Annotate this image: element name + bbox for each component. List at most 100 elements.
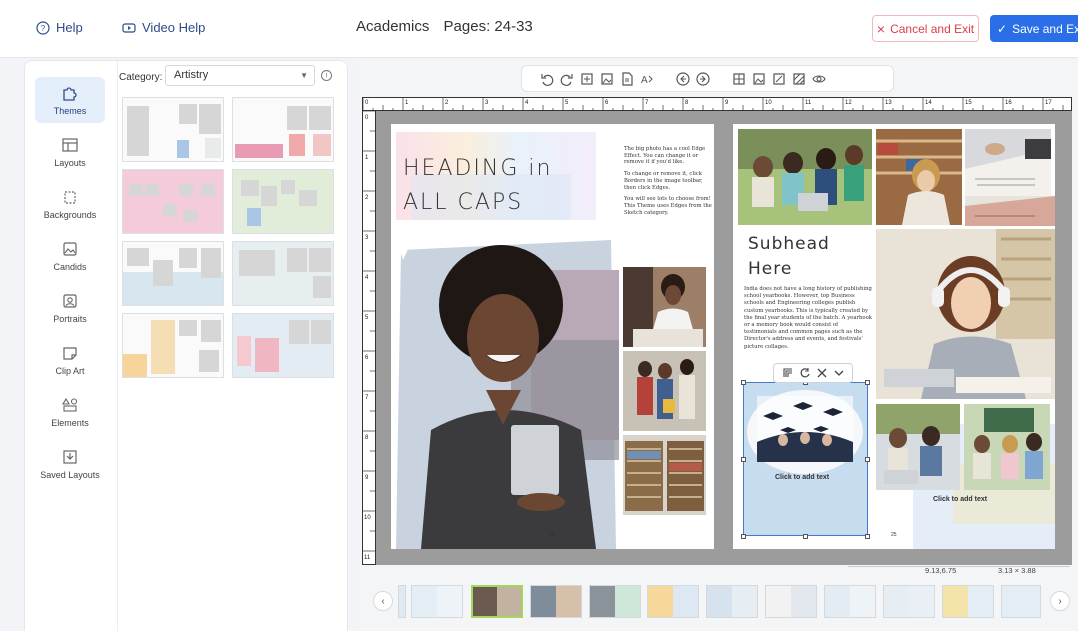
theme-thumbnail[interactable] [122,241,224,306]
photo-image [965,129,1051,196]
theme-thumbnail[interactable] [122,97,224,162]
feature-photo[interactable] [391,220,619,549]
image-edit-icon[interactable] [600,72,614,86]
page-thumbnail[interactable] [589,585,641,618]
photo-student-writing[interactable] [623,267,706,347]
document-pages: Pages: 24-33 [443,18,533,35]
svg-text:A: A [641,75,648,86]
photo-image [964,404,1050,490]
page-thumbnail[interactable] [471,585,523,618]
redo-icon[interactable] [560,72,574,86]
delete-icon[interactable] [816,367,828,379]
theme-thumbnail[interactable] [232,313,334,378]
assets-panel: Themes Layouts Backgrounds Candids Portr… [24,60,348,631]
theme-thumbnail[interactable] [122,169,224,234]
theme-thumbnail[interactable] [232,241,334,306]
strip-next-button[interactable]: › [1050,591,1070,611]
page-thumbnail[interactable] [824,585,876,618]
help-link[interactable]: ? Help [36,20,83,35]
replace-image-icon[interactable] [580,72,594,86]
photo-image [876,129,962,225]
rail-item-layouts[interactable]: Layouts [35,129,105,175]
grid-icon[interactable] [732,72,746,86]
photo-image [965,196,1055,226]
photo-textbook[interactable] [965,129,1051,196]
photo-textbook-lower[interactable] [965,196,1055,226]
cancel-and-exit-button[interactable]: × Cancel and Exit [872,15,979,42]
photo-swap-icon[interactable] [772,72,786,86]
resize-handle[interactable] [865,380,870,385]
previous-icon[interactable] [676,71,690,86]
theme-thumbnail[interactable] [232,169,334,234]
resize-handle[interactable] [865,534,870,539]
rail-item-clip-art[interactable]: Clip Art [35,337,105,383]
photo-student-library[interactable] [876,129,962,225]
info-icon[interactable]: i [321,70,332,81]
rail-item-portraits[interactable]: Portraits [35,285,105,331]
rail-item-elements[interactable]: Elements [35,389,105,435]
photo-frame-icon[interactable] [752,72,766,86]
horizontal-ruler: 0 1 2 3 4 5 6 7 8 9 10 11 12 13 14 15 16 17 [362,97,1072,112]
page-thumbnail[interactable] [706,585,758,618]
page-thumbnail[interactable] [1001,585,1041,618]
document-icon[interactable] [620,71,634,86]
portrait-icon [63,294,77,308]
theme-thumbnail[interactable] [122,313,224,378]
page-thumbnail[interactable] [411,585,463,618]
photo-student-headphones[interactable] [876,229,1055,399]
resize-handle[interactable] [803,534,808,539]
save-and-exit-button[interactable]: ✓ Save and Exit [990,15,1078,42]
instruction-paragraph: The big photo has a cool Edge Effect. Yo… [624,146,706,166]
resize-handle[interactable] [741,457,746,462]
page-thumbnail[interactable] [765,585,817,618]
pattern-icon[interactable] [792,72,806,86]
page-thumbnail[interactable] [883,585,935,618]
preview-icon[interactable] [812,72,826,86]
photo-students-hallway[interactable] [623,351,706,431]
size-readout: 3.13 × 3.88 [998,566,1036,575]
svg-text:0: 0 [365,100,369,106]
page-thumbnail[interactable] [530,585,582,618]
rotate-icon[interactable] [799,367,811,379]
page-thumbnail[interactable] [942,585,994,618]
layers-icon[interactable] [782,367,794,379]
add-text-placeholder[interactable]: Click to add text [933,496,987,503]
instruction-text[interactable]: The big photo has a cool Edge Effect. Yo… [624,146,714,221]
rail-item-backgrounds[interactable]: Backgrounds [35,181,105,227]
video-help-link[interactable]: Video Help [122,20,205,35]
page-subhead[interactable]: Subhead Here [748,232,830,282]
element-floating-toolbar [773,363,853,383]
resize-handle[interactable] [741,534,746,539]
close-icon: × [876,20,886,37]
chevron-down-icon[interactable] [833,367,845,379]
svg-text:13: 13 [885,100,892,106]
body-text[interactable]: India does not have a long history of pu… [744,286,872,351]
svg-text:7: 7 [645,100,649,106]
photo-classroom[interactable] [964,404,1050,490]
category-select[interactable]: Artistry ▼ [165,65,315,86]
photo-students-study-group[interactable] [876,404,960,490]
chevron-down-icon: ▼ [300,71,308,80]
rail-label: Elements [51,418,89,428]
rail-item-themes[interactable]: Themes [35,77,105,123]
rail-item-saved-layouts[interactable]: Saved Layouts [35,441,105,487]
next-icon[interactable] [696,71,710,86]
left-page[interactable]: HEADING in ALL CAPS The big photo has a … [391,124,714,549]
selection-frame[interactable] [743,382,868,536]
photo-students-laptop[interactable] [738,129,872,225]
resize-handle[interactable] [741,380,746,385]
page-thumbnail[interactable] [398,585,406,618]
resize-handle[interactable] [865,457,870,462]
rail-item-candids[interactable]: Candids [35,233,105,279]
category-value: Artistry [174,69,209,81]
page-thumbnail[interactable] [647,585,699,618]
document-name: Academics [356,18,430,35]
photo-library[interactable] [623,435,706,515]
svg-text:4: 4 [525,100,529,106]
theme-thumbnail[interactable] [232,97,334,162]
strip-prev-button[interactable]: ‹ [373,591,393,611]
undo-icon[interactable] [540,72,554,86]
page-heading[interactable]: HEADING in ALL CAPS [403,152,552,220]
text-style-icon[interactable]: A [640,72,654,86]
svg-text:10: 10 [364,515,371,521]
